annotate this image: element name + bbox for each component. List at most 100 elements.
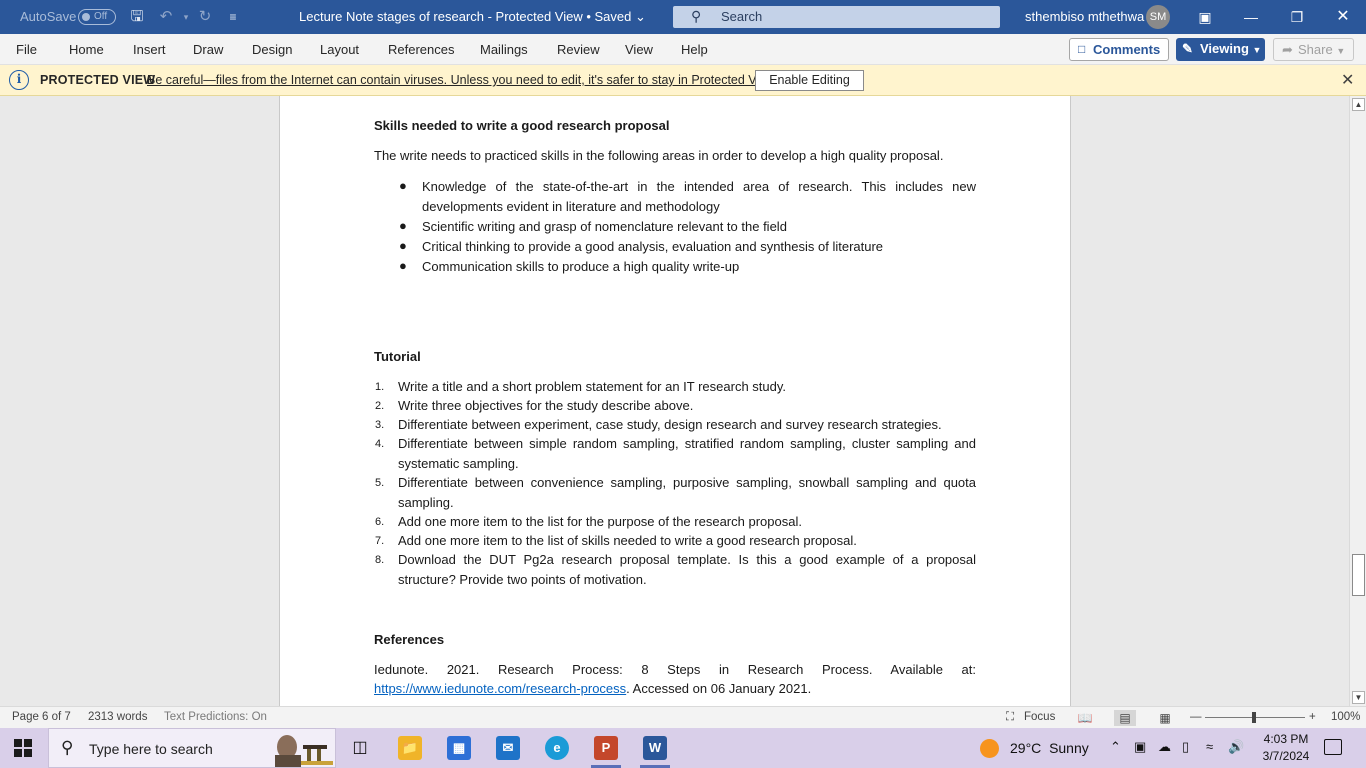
task-view-icon[interactable]: ◫ [348, 736, 372, 760]
skills-heading: Skills needed to write a good research p… [374, 118, 670, 133]
tab-review[interactable]: Review [557, 42, 600, 57]
page-count[interactable]: Page 6 of 7 [12, 711, 71, 723]
list-item: systematic sampling. [398, 456, 519, 471]
user-name[interactable]: sthembiso mthethwa [1025, 9, 1144, 24]
bullet: ● [399, 258, 407, 273]
wifi-icon[interactable]: ≈ [1206, 739, 1213, 754]
ribbon-display-icon[interactable]: ▣ [1190, 6, 1220, 28]
protected-view-bar: i PROTECTED VIEW Be careful—files from t… [0, 65, 1366, 96]
clock-time: 4:03 PM [1263, 732, 1309, 746]
comments-button[interactable]: □ Comments [1069, 38, 1169, 61]
web-layout-icon[interactable]: ▦ [1154, 710, 1176, 726]
list-item: developments evident in literature and m… [422, 199, 720, 214]
edge-icon[interactable]: e [545, 736, 569, 760]
zoom-slider-thumb[interactable] [1252, 712, 1256, 723]
focus-icon[interactable]: ⛶ [1006, 711, 1014, 724]
bullet: ● [399, 238, 407, 253]
zoom-out-icon[interactable]: — [1190, 711, 1202, 723]
vertical-scrollbar[interactable]: ▲ ▼ [1349, 96, 1366, 706]
undo-dropdown-icon[interactable]: ▾ [176, 7, 196, 27]
tab-view[interactable]: View [625, 42, 653, 57]
chevron-down-icon: ▼ [1336, 46, 1346, 56]
share-button[interactable]: ➦ Share ▼ [1273, 38, 1354, 61]
weather-widget[interactable]: 29°C Sunny [1010, 740, 1089, 756]
text-predictions-status[interactable]: Text Predictions: On [164, 711, 267, 723]
redo-icon[interactable]: ↻ [195, 7, 215, 27]
list-item: Add one more item to the list of skills … [398, 533, 857, 548]
windows-start-icon[interactable] [14, 739, 32, 757]
list-item: Differentiate between simple random samp… [398, 436, 976, 451]
search-box[interactable]: ⚲ Search [673, 6, 1000, 28]
list-number: 8. [375, 554, 385, 566]
tab-insert[interactable]: Insert [133, 42, 166, 57]
document-page[interactable]: Skills needed to write a good research p… [279, 96, 1071, 706]
tab-references[interactable]: References [388, 42, 454, 57]
autosave-toggle[interactable]: Off [78, 9, 116, 25]
tab-home[interactable]: Home [69, 42, 104, 57]
sun-icon[interactable] [980, 739, 999, 758]
chevron-up-icon[interactable]: ⌃ [1110, 739, 1121, 755]
onedrive-icon[interactable]: ☁ [1158, 739, 1171, 755]
skills-intro: The write needs to practiced skills in t… [374, 148, 944, 163]
scroll-up-icon[interactable]: ▲ [1352, 98, 1365, 111]
meet-now-icon[interactable]: ▣ [1134, 739, 1146, 755]
powerpoint-icon[interactable]: P [594, 736, 618, 760]
autosave-label: AutoSave [20, 9, 77, 24]
microsoft-store-icon[interactable]: ▦ [447, 736, 471, 760]
notifications-icon[interactable] [1324, 739, 1342, 755]
print-layout-icon[interactable]: ▤ [1114, 710, 1136, 726]
list-number: 4. [375, 438, 385, 450]
enable-editing-button[interactable]: Enable Editing [755, 70, 864, 91]
taskbar-search[interactable]: ⚲ Type here to search [48, 728, 336, 768]
chevron-down-icon: ⌄ [635, 9, 646, 24]
clock[interactable]: 4:03 PM 3/7/2024 [1258, 731, 1314, 765]
close-icon[interactable]: ✕ [1341, 70, 1354, 90]
scroll-down-icon[interactable]: ▼ [1352, 691, 1365, 704]
bullet: ● [399, 218, 407, 233]
tab-layout[interactable]: Layout [320, 42, 359, 57]
list-item: Knowledge of the state-of-the-art in the… [422, 179, 976, 194]
mail-icon[interactable]: ✉ [496, 736, 520, 760]
info-icon: i [9, 70, 29, 90]
bullet: ● [399, 178, 407, 193]
battery-icon[interactable]: ▯ [1182, 739, 1189, 755]
scroll-thumb[interactable] [1352, 554, 1365, 596]
document-title[interactable]: Lecture Note stages of research - Protec… [299, 9, 646, 25]
save-icon[interactable]: 🖫 [127, 7, 147, 27]
volume-icon[interactable]: 🔊 [1228, 739, 1244, 755]
list-item: Differentiate between experiment, case s… [398, 417, 942, 432]
share-icon: ➦ [1282, 42, 1293, 57]
file-explorer-icon[interactable]: 📁 [398, 736, 422, 760]
word-icon[interactable]: W [643, 736, 667, 760]
taskbar-search-placeholder: Type here to search [89, 741, 213, 757]
reference-link[interactable]: https://www.iedunote.com/research-proces… [374, 681, 626, 696]
word-count[interactable]: 2313 words [88, 711, 147, 723]
read-mode-icon[interactable]: 📖 [1074, 710, 1096, 726]
avatar[interactable]: SM [1146, 5, 1170, 29]
tab-mailings[interactable]: Mailings [480, 42, 528, 57]
tab-draw[interactable]: Draw [193, 42, 223, 57]
tab-help[interactable]: Help [681, 42, 708, 57]
tab-design[interactable]: Design [252, 42, 292, 57]
list-item: Write a title and a short problem statem… [398, 379, 787, 394]
minimize-icon[interactable]: — [1236, 6, 1266, 28]
list-item: Communication skills to produce a high q… [422, 259, 740, 274]
protected-view-message[interactable]: Be careful—files from the Internet can c… [147, 73, 778, 87]
focus-button[interactable]: Focus [1024, 711, 1055, 723]
clock-date: 3/7/2024 [1262, 749, 1310, 763]
tab-file[interactable]: File [16, 42, 37, 57]
list-item: Add one more item to the list for the pu… [398, 514, 802, 529]
tutorial-heading: Tutorial [374, 349, 421, 364]
autosave-state: Off [94, 11, 108, 22]
zoom-level[interactable]: 100% [1331, 711, 1360, 723]
protected-view-label: PROTECTED VIEW [40, 73, 156, 87]
restore-icon[interactable]: ❐ [1282, 6, 1312, 28]
document-area[interactable]: Skills needed to write a good research p… [0, 96, 1349, 706]
undo-icon[interactable]: ↶ [156, 7, 176, 27]
viewing-mode-button[interactable]: ✎ Viewing ▼ [1176, 38, 1265, 61]
zoom-in-icon[interactable]: + [1309, 711, 1316, 723]
customize-qat-icon[interactable]: ≡ [223, 7, 243, 27]
close-icon[interactable]: ✕ [1328, 6, 1358, 28]
list-item: Differentiate between convenience sampli… [398, 475, 976, 490]
reference-text: Iedunote. 2021. Research Process: 8 Step… [374, 662, 976, 677]
